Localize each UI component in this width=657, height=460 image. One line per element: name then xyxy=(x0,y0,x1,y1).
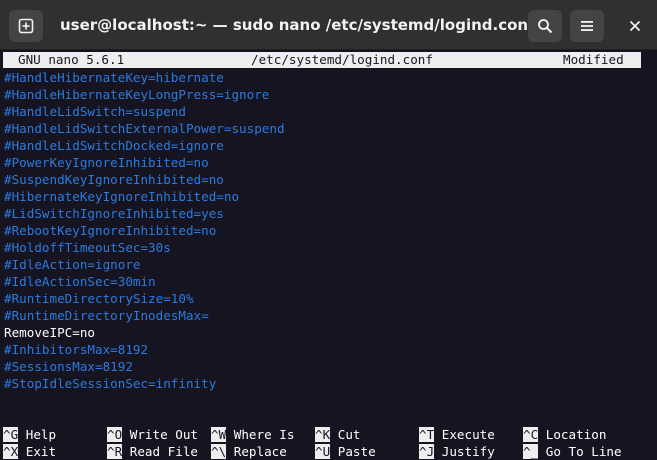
shortcut-label: Where Is xyxy=(233,427,295,442)
shortcut-key: ^G xyxy=(3,427,19,442)
editor-line[interactable]: #RebootKeyIgnoreInhibited=no xyxy=(4,222,285,239)
shortcut-item: ^G Help xyxy=(3,426,56,443)
shortcut-key: ^T xyxy=(419,427,435,442)
nano-shortcut-bar: ^G Help ^O Write Out ^W Where Is ^K Cut ^T E… xyxy=(0,426,644,460)
editor-line[interactable]: #HandleHibernateKey=hibernate xyxy=(4,69,285,86)
shortcut-label: Read File xyxy=(129,444,199,459)
editor-line[interactable]: #IdleActionSec=30min xyxy=(4,273,285,290)
window-title: user@localhost:~ — sudo nano /etc/system… xyxy=(60,16,535,34)
editor-buffer[interactable]: #HandleHibernateKey=hibernate #HandleHibe… xyxy=(4,69,285,392)
search-button[interactable] xyxy=(528,10,562,42)
shortcut-item: ^X Exit xyxy=(3,443,56,460)
terminal-window: user@localhost:~ — sudo nano /etc/system… xyxy=(0,0,657,459)
shortcut-key: ^X xyxy=(3,444,19,459)
shortcut-item: ^O Write Out xyxy=(107,426,198,443)
shortcut-item: ^U Paste xyxy=(315,443,376,460)
editor-line[interactable]: #SuspendKeyIgnoreInhibited=no xyxy=(4,171,285,188)
shortcut-label: Justify xyxy=(441,444,495,459)
shortcut-item: ^\ Replace xyxy=(211,443,287,460)
header-bar: user@localhost:~ — sudo nano /etc/system… xyxy=(0,0,657,50)
shortcut-item: ^K Cut xyxy=(315,426,361,443)
editor-line[interactable]: #InhibitorsMax=8192 xyxy=(4,341,285,358)
shortcut-key: ^J xyxy=(419,444,435,459)
editor-line[interactable]: #LidSwitchIgnoreInhibited=yes xyxy=(4,205,285,222)
nano-title-bar: GNU nano 5.6.1 /etc/systemd/logind.conf … xyxy=(3,52,641,68)
hamburger-menu-icon xyxy=(581,21,593,31)
close-icon xyxy=(629,20,641,32)
shortcut-label: Write Out xyxy=(129,427,199,442)
shortcut-key: ^_ xyxy=(523,444,539,459)
editor-line[interactable]: #IdleAction=ignore xyxy=(4,256,285,273)
shortcut-item: ^W Where Is xyxy=(211,426,294,443)
shortcut-label: Exit xyxy=(25,444,57,459)
shortcut-label: Help xyxy=(25,427,57,442)
shortcut-key: ^\ xyxy=(211,444,227,459)
editor-line[interactable]: #SessionsMax=8192 xyxy=(4,358,285,375)
new-tab-button[interactable] xyxy=(9,10,43,42)
nano-modified-status: Modified xyxy=(563,52,624,67)
editor-line[interactable]: #HibernateKeyIgnoreInhibited=no xyxy=(4,188,285,205)
editor-line[interactable]: #RuntimeDirectoryInodesMax= xyxy=(4,307,285,324)
shortcut-key: ^R xyxy=(107,444,123,459)
shortcut-item: ^C Location xyxy=(523,426,606,443)
shortcut-label: Cut xyxy=(337,427,361,442)
menu-button[interactable] xyxy=(570,10,604,42)
nano-version: GNU nano 5.6.1 xyxy=(18,52,125,67)
nano-filename: /etc/systemd/logind.conf xyxy=(251,52,433,67)
editor-line[interactable]: #StopIdleSessionSec=infinity xyxy=(4,375,285,392)
editor-line[interactable]: #HandleHibernateKeyLongPress=ignore xyxy=(4,86,285,103)
shortcut-label: Go To Line xyxy=(545,444,622,459)
scrollbar[interactable] xyxy=(644,68,657,459)
shortcut-label: Paste xyxy=(337,444,376,459)
editor-line[interactable]: #HoldoffTimeoutSec=30s xyxy=(4,239,285,256)
editor-line[interactable]: #HandleLidSwitchExternalPower=suspend xyxy=(4,120,285,137)
shortcut-label: Execute xyxy=(441,427,495,442)
shortcut-label: Replace xyxy=(233,444,287,459)
shortcut-key: ^K xyxy=(315,427,331,442)
shortcut-key: ^W xyxy=(211,427,227,442)
editor-line[interactable]: #HandleLidSwitch=suspend xyxy=(4,103,285,120)
shortcut-key: ^U xyxy=(315,444,331,459)
new-tab-icon xyxy=(18,18,34,34)
shortcut-item: ^_ Go To Line xyxy=(523,443,622,460)
terminal-area[interactable]: GNU nano 5.6.1 /etc/systemd/logind.conf … xyxy=(0,51,657,459)
editor-line[interactable]: RemoveIPC=no xyxy=(4,324,285,341)
shortcut-key: ^C xyxy=(523,427,539,442)
search-icon xyxy=(538,19,553,34)
editor-line[interactable]: #HandleLidSwitchDocked=ignore xyxy=(4,137,285,154)
shortcut-label: Location xyxy=(545,427,607,442)
editor-line[interactable]: #RuntimeDirectorySize=10% xyxy=(4,290,285,307)
editor-line[interactable]: #PowerKeyIgnoreInhibited=no xyxy=(4,154,285,171)
shortcut-item: ^J Justify xyxy=(419,443,495,460)
shortcut-item: ^T Execute xyxy=(419,426,495,443)
shortcut-item: ^R Read File xyxy=(107,443,198,460)
close-button[interactable] xyxy=(623,14,647,38)
shortcut-key: ^O xyxy=(107,427,123,442)
